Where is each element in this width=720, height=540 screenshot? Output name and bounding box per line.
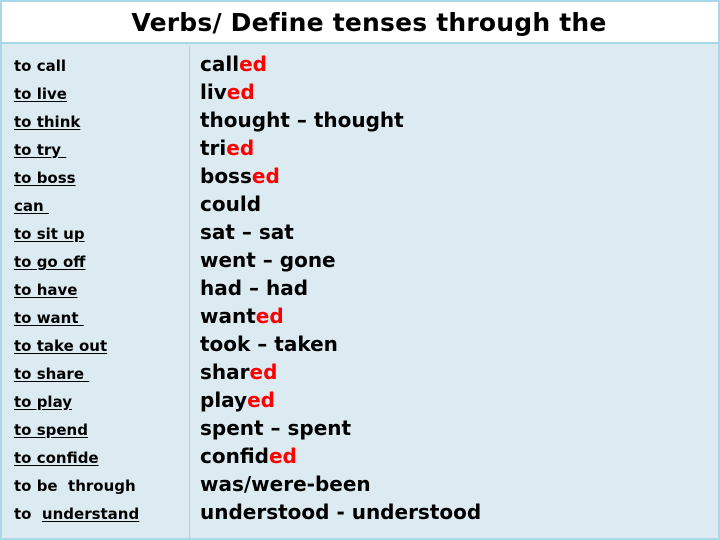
title-band: Verbs/ Define tenses through the <box>2 2 718 44</box>
infinitive-cell: to spend <box>14 416 185 444</box>
infinitive-plain-text: to call <box>14 57 66 75</box>
ed-suffix: ed <box>249 360 278 384</box>
ed-suffix: ed <box>226 80 255 104</box>
infinitive-cell: can <box>14 192 185 220</box>
past-form-cell: confided <box>200 442 714 470</box>
verb-stem: confid <box>200 444 269 468</box>
verb-stem: sat – sat <box>200 220 294 244</box>
infinitive-underlined-text: to take out <box>14 337 108 355</box>
verb-stem: thought – thought <box>200 108 404 132</box>
infinitive-cell: to be through <box>14 472 185 500</box>
verb-stem: spent – spent <box>200 416 352 440</box>
infinitive-cell: to go off <box>14 248 185 276</box>
past-form-cell: understood - understood <box>200 498 714 526</box>
ed-suffix: ed <box>226 136 255 160</box>
infinitive-cell: to confide <box>14 444 185 472</box>
infinitive-underlined-text: to go off <box>14 253 86 271</box>
infinitive-underlined-text: to spend <box>14 421 88 439</box>
past-form-cell: lived <box>200 78 714 106</box>
infinitive-underlined-text: to think <box>14 113 81 131</box>
past-forms-column: called lived thought – thought tried bossed c… <box>190 46 718 538</box>
infinitive-underlined-text: to have <box>14 281 78 299</box>
ed-suffix: ed <box>251 164 280 188</box>
infinitive-underlined-text: to want <box>14 309 84 327</box>
infinitive-plain-text: to <box>14 505 42 523</box>
ed-suffix: ed <box>247 388 275 412</box>
verb-stem: boss <box>200 164 252 188</box>
page-title: Verbs/ Define tenses through the <box>131 7 607 37</box>
infinitive-column: to call to live to think to try to boss can … <box>2 46 189 538</box>
past-form-cell: had – had <box>200 274 714 302</box>
verb-stem: went – gone <box>200 248 336 272</box>
verb-stem: was/were-been <box>200 472 371 496</box>
ed-suffix: ed <box>239 52 267 76</box>
verb-stem: could <box>200 192 262 216</box>
past-form-cell: shared <box>200 358 714 386</box>
infinitive-underlined-text: to confide <box>14 449 99 467</box>
infinitive-cell: to think <box>14 108 185 136</box>
infinitive-underlined-text: can <box>14 197 49 215</box>
infinitive-cell: to want <box>14 304 185 332</box>
infinitive-cell: to call <box>14 52 185 80</box>
verb-table: to call to live to think to try to boss can … <box>2 46 718 538</box>
past-form-cell: went – gone <box>200 246 714 274</box>
past-form-cell: called <box>200 50 714 78</box>
verb-stem: shar <box>200 360 250 384</box>
infinitive-cell: to live <box>14 80 185 108</box>
infinitive-underlined-text: to live <box>14 85 67 103</box>
infinitive-underlined-text: to share <box>14 365 90 383</box>
infinitive-cell: to sit up <box>14 220 185 248</box>
infinitive-cell: to boss <box>14 164 185 192</box>
infinitive-cell: to take out <box>14 332 185 360</box>
infinitive-underlined-text: understand <box>41 505 140 523</box>
past-form-cell: could <box>200 190 714 218</box>
verb-stem: understood - understood <box>200 500 482 524</box>
verb-stem: took – taken <box>200 332 338 356</box>
infinitive-underlined-text: to sit up <box>14 225 85 243</box>
verb-stem: liv <box>200 80 227 104</box>
infinitive-cell: to share <box>14 360 185 388</box>
verb-stem: want <box>200 304 256 328</box>
infinitive-underlined-text: to play <box>14 393 73 411</box>
verb-stem: play <box>200 388 248 412</box>
verb-stem: tri <box>200 136 227 160</box>
verb-stem: call <box>200 52 240 76</box>
past-form-cell: tried <box>200 134 714 162</box>
past-form-cell: spent – spent <box>200 414 714 442</box>
slide: Verbs/ Define tenses through the to call… <box>0 0 720 540</box>
ed-suffix: ed <box>255 304 284 328</box>
infinitive-underlined-text: to boss <box>14 169 76 187</box>
infinitive-cell: to try <box>14 136 185 164</box>
infinitive-underlined-text: to try <box>14 141 67 159</box>
past-form-cell: bossed <box>200 162 714 190</box>
past-form-cell: thought – thought <box>200 106 714 134</box>
infinitive-cell: to have <box>14 276 185 304</box>
infinitive-plain-text: to be through <box>14 477 136 495</box>
infinitive-cell: to play <box>14 388 185 416</box>
past-form-cell: wanted <box>200 302 714 330</box>
past-form-cell: was/were-been <box>200 470 714 498</box>
past-form-cell: took – taken <box>200 330 714 358</box>
verb-stem: had – had <box>200 276 309 300</box>
past-form-cell: played <box>200 386 714 414</box>
ed-suffix: ed <box>268 444 297 468</box>
past-form-cell: sat – sat <box>200 218 714 246</box>
infinitive-cell: to understand <box>14 500 185 528</box>
